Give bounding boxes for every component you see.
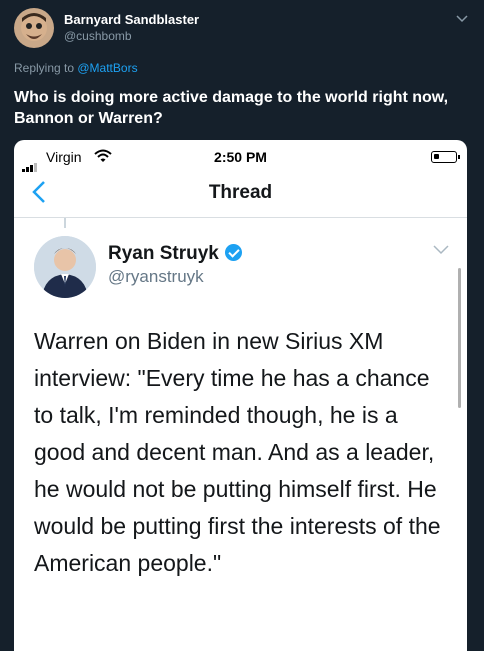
status-time: 2:50 PM [214, 149, 267, 165]
reply-prefix: Replying to [14, 61, 78, 75]
nav-bar: Thread [14, 174, 467, 218]
author-avatar[interactable] [14, 8, 54, 48]
reply-context: Replying to @MattBors [14, 61, 138, 75]
tweet-header: Barnyard Sandblaster @cushbomb [14, 8, 474, 48]
thread-connector [64, 218, 66, 228]
quoted-author-handle[interactable]: @ryanstruyk [108, 267, 204, 287]
author-name[interactable]: Barnyard Sandblaster [64, 12, 199, 27]
author-handle[interactable]: @cushbomb [64, 29, 132, 43]
battery-icon [431, 151, 460, 163]
status-bar: Virgin 2:50 PM [14, 140, 467, 174]
scrollbar[interactable] [458, 268, 461, 408]
quoted-tweet-text: Warren on Biden in new Sirius XM intervi… [34, 328, 441, 576]
quoted-author-name-text[interactable]: Ryan Struyk [108, 243, 219, 264]
chevron-down-icon[interactable] [433, 242, 449, 260]
quoted-author-avatar[interactable] [34, 236, 96, 298]
reply-mention-link[interactable]: @MattBors [77, 61, 137, 75]
embedded-screenshot[interactable]: Virgin 2:50 PM Thread Ryan Struyk @ryans… [14, 140, 467, 651]
nav-title: Thread [208, 182, 273, 203]
verified-badge-icon [224, 244, 242, 261]
tweet-text: Who is doing more active damage to the w… [14, 89, 449, 127]
quoted-author-name[interactable]: Ryan Struyk [108, 243, 242, 265]
chevron-down-icon[interactable] [456, 12, 468, 26]
